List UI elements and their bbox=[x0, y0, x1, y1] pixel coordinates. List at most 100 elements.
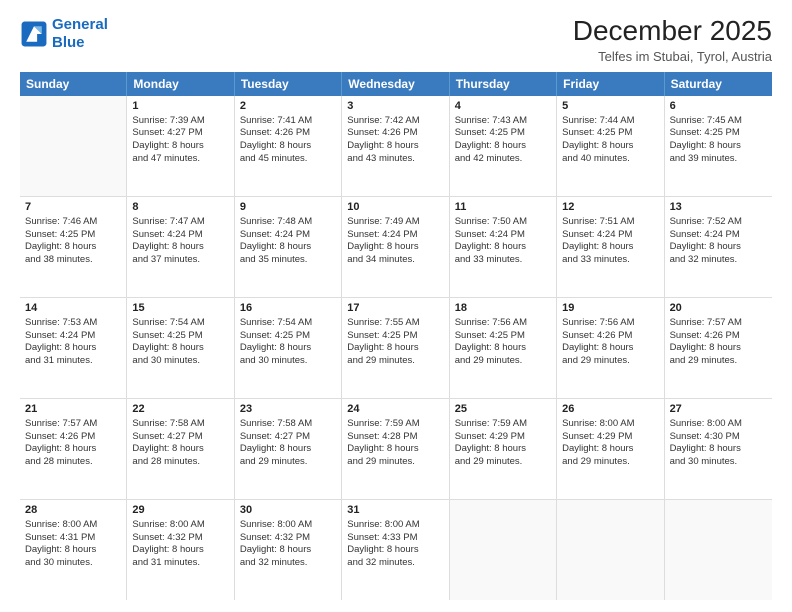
day-info: Sunrise: 7:58 AM Sunset: 4:27 PM Dayligh… bbox=[132, 418, 204, 467]
day-info: Sunrise: 7:43 AM Sunset: 4:25 PM Dayligh… bbox=[455, 115, 527, 164]
calendar-cell: 11Sunrise: 7:50 AM Sunset: 4:24 PM Dayli… bbox=[450, 197, 557, 297]
day-number: 24 bbox=[347, 402, 443, 417]
calendar-cell: 1Sunrise: 7:39 AM Sunset: 4:27 PM Daylig… bbox=[127, 96, 234, 196]
calendar-cell: 31Sunrise: 8:00 AM Sunset: 4:33 PM Dayli… bbox=[342, 500, 449, 600]
day-number: 26 bbox=[562, 402, 658, 417]
day-info: Sunrise: 7:49 AM Sunset: 4:24 PM Dayligh… bbox=[347, 216, 419, 265]
day-info: Sunrise: 8:00 AM Sunset: 4:33 PM Dayligh… bbox=[347, 519, 419, 568]
day-number: 21 bbox=[25, 402, 121, 417]
calendar-cell: 19Sunrise: 7:56 AM Sunset: 4:26 PM Dayli… bbox=[557, 298, 664, 398]
header-day-tuesday: Tuesday bbox=[235, 72, 342, 96]
calendar-cell: 17Sunrise: 7:55 AM Sunset: 4:25 PM Dayli… bbox=[342, 298, 449, 398]
day-info: Sunrise: 8:00 AM Sunset: 4:31 PM Dayligh… bbox=[25, 519, 97, 568]
calendar-cell: 22Sunrise: 7:58 AM Sunset: 4:27 PM Dayli… bbox=[127, 399, 234, 499]
day-info: Sunrise: 7:44 AM Sunset: 4:25 PM Dayligh… bbox=[562, 115, 634, 164]
day-info: Sunrise: 7:54 AM Sunset: 4:25 PM Dayligh… bbox=[132, 317, 204, 366]
calendar-cell: 26Sunrise: 8:00 AM Sunset: 4:29 PM Dayli… bbox=[557, 399, 664, 499]
calendar-cell: 30Sunrise: 8:00 AM Sunset: 4:32 PM Dayli… bbox=[235, 500, 342, 600]
calendar: SundayMondayTuesdayWednesdayThursdayFrid… bbox=[20, 72, 772, 600]
calendar-cell: 18Sunrise: 7:56 AM Sunset: 4:25 PM Dayli… bbox=[450, 298, 557, 398]
calendar-cell: 2Sunrise: 7:41 AM Sunset: 4:26 PM Daylig… bbox=[235, 96, 342, 196]
day-info: Sunrise: 7:56 AM Sunset: 4:26 PM Dayligh… bbox=[562, 317, 634, 366]
day-number: 18 bbox=[455, 301, 551, 316]
subtitle: Telfes im Stubai, Tyrol, Austria bbox=[573, 49, 772, 64]
day-number: 30 bbox=[240, 503, 336, 518]
logo-icon bbox=[20, 20, 48, 48]
logo-text: General Blue bbox=[52, 16, 108, 52]
calendar-cell: 7Sunrise: 7:46 AM Sunset: 4:25 PM Daylig… bbox=[20, 197, 127, 297]
calendar-week-3: 14Sunrise: 7:53 AM Sunset: 4:24 PM Dayli… bbox=[20, 298, 772, 399]
day-info: Sunrise: 7:58 AM Sunset: 4:27 PM Dayligh… bbox=[240, 418, 312, 467]
calendar-cell: 6Sunrise: 7:45 AM Sunset: 4:25 PM Daylig… bbox=[665, 96, 772, 196]
day-info: Sunrise: 7:52 AM Sunset: 4:24 PM Dayligh… bbox=[670, 216, 742, 265]
day-number: 19 bbox=[562, 301, 658, 316]
day-info: Sunrise: 7:59 AM Sunset: 4:29 PM Dayligh… bbox=[455, 418, 527, 467]
day-info: Sunrise: 7:59 AM Sunset: 4:28 PM Dayligh… bbox=[347, 418, 419, 467]
day-number: 29 bbox=[132, 503, 228, 518]
logo-line1: General bbox=[52, 16, 108, 33]
header-day-saturday: Saturday bbox=[665, 72, 772, 96]
day-info: Sunrise: 8:00 AM Sunset: 4:30 PM Dayligh… bbox=[670, 418, 742, 467]
day-number: 3 bbox=[347, 99, 443, 114]
calendar-cell: 3Sunrise: 7:42 AM Sunset: 4:26 PM Daylig… bbox=[342, 96, 449, 196]
day-info: Sunrise: 7:47 AM Sunset: 4:24 PM Dayligh… bbox=[132, 216, 204, 265]
day-info: Sunrise: 7:48 AM Sunset: 4:24 PM Dayligh… bbox=[240, 216, 312, 265]
day-info: Sunrise: 8:00 AM Sunset: 4:32 PM Dayligh… bbox=[132, 519, 204, 568]
day-info: Sunrise: 7:39 AM Sunset: 4:27 PM Dayligh… bbox=[132, 115, 204, 164]
day-number: 2 bbox=[240, 99, 336, 114]
day-info: Sunrise: 7:51 AM Sunset: 4:24 PM Dayligh… bbox=[562, 216, 634, 265]
logo-line2: Blue bbox=[52, 34, 85, 51]
day-number: 5 bbox=[562, 99, 658, 114]
day-info: Sunrise: 7:55 AM Sunset: 4:25 PM Dayligh… bbox=[347, 317, 419, 366]
calendar-cell: 29Sunrise: 8:00 AM Sunset: 4:32 PM Dayli… bbox=[127, 500, 234, 600]
day-number: 11 bbox=[455, 200, 551, 215]
calendar-cell bbox=[20, 96, 127, 196]
header-day-friday: Friday bbox=[557, 72, 664, 96]
day-number: 25 bbox=[455, 402, 551, 417]
calendar-cell: 13Sunrise: 7:52 AM Sunset: 4:24 PM Dayli… bbox=[665, 197, 772, 297]
day-info: Sunrise: 7:53 AM Sunset: 4:24 PM Dayligh… bbox=[25, 317, 97, 366]
calendar-cell: 15Sunrise: 7:54 AM Sunset: 4:25 PM Dayli… bbox=[127, 298, 234, 398]
day-number: 22 bbox=[132, 402, 228, 417]
day-number: 23 bbox=[240, 402, 336, 417]
day-info: Sunrise: 7:45 AM Sunset: 4:25 PM Dayligh… bbox=[670, 115, 742, 164]
calendar-cell: 4Sunrise: 7:43 AM Sunset: 4:25 PM Daylig… bbox=[450, 96, 557, 196]
day-number: 31 bbox=[347, 503, 443, 518]
calendar-header: SundayMondayTuesdayWednesdayThursdayFrid… bbox=[20, 72, 772, 96]
calendar-cell: 12Sunrise: 7:51 AM Sunset: 4:24 PM Dayli… bbox=[557, 197, 664, 297]
calendar-cell: 8Sunrise: 7:47 AM Sunset: 4:24 PM Daylig… bbox=[127, 197, 234, 297]
calendar-cell: 10Sunrise: 7:49 AM Sunset: 4:24 PM Dayli… bbox=[342, 197, 449, 297]
day-info: Sunrise: 7:42 AM Sunset: 4:26 PM Dayligh… bbox=[347, 115, 419, 164]
header-day-wednesday: Wednesday bbox=[342, 72, 449, 96]
main-title: December 2025 bbox=[573, 16, 772, 47]
calendar-cell bbox=[665, 500, 772, 600]
calendar-body: 1Sunrise: 7:39 AM Sunset: 4:27 PM Daylig… bbox=[20, 96, 772, 600]
title-block: December 2025 Telfes im Stubai, Tyrol, A… bbox=[573, 16, 772, 64]
calendar-cell: 5Sunrise: 7:44 AM Sunset: 4:25 PM Daylig… bbox=[557, 96, 664, 196]
day-number: 20 bbox=[670, 301, 767, 316]
day-info: Sunrise: 7:41 AM Sunset: 4:26 PM Dayligh… bbox=[240, 115, 312, 164]
day-number: 9 bbox=[240, 200, 336, 215]
day-number: 4 bbox=[455, 99, 551, 114]
day-number: 27 bbox=[670, 402, 767, 417]
day-info: Sunrise: 7:57 AM Sunset: 4:26 PM Dayligh… bbox=[25, 418, 97, 467]
calendar-week-1: 1Sunrise: 7:39 AM Sunset: 4:27 PM Daylig… bbox=[20, 96, 772, 197]
day-info: Sunrise: 7:50 AM Sunset: 4:24 PM Dayligh… bbox=[455, 216, 527, 265]
calendar-cell: 25Sunrise: 7:59 AM Sunset: 4:29 PM Dayli… bbox=[450, 399, 557, 499]
calendar-cell: 28Sunrise: 8:00 AM Sunset: 4:31 PM Dayli… bbox=[20, 500, 127, 600]
day-number: 14 bbox=[25, 301, 121, 316]
calendar-cell: 23Sunrise: 7:58 AM Sunset: 4:27 PM Dayli… bbox=[235, 399, 342, 499]
day-number: 12 bbox=[562, 200, 658, 215]
day-info: Sunrise: 7:56 AM Sunset: 4:25 PM Dayligh… bbox=[455, 317, 527, 366]
calendar-week-2: 7Sunrise: 7:46 AM Sunset: 4:25 PM Daylig… bbox=[20, 197, 772, 298]
day-info: Sunrise: 7:57 AM Sunset: 4:26 PM Dayligh… bbox=[670, 317, 742, 366]
day-number: 13 bbox=[670, 200, 767, 215]
header: General Blue December 2025 Telfes im Stu… bbox=[20, 16, 772, 64]
header-day-thursday: Thursday bbox=[450, 72, 557, 96]
calendar-cell: 24Sunrise: 7:59 AM Sunset: 4:28 PM Dayli… bbox=[342, 399, 449, 499]
page: General Blue December 2025 Telfes im Stu… bbox=[0, 0, 792, 612]
day-number: 1 bbox=[132, 99, 228, 114]
header-day-monday: Monday bbox=[127, 72, 234, 96]
header-day-sunday: Sunday bbox=[20, 72, 127, 96]
calendar-cell: 16Sunrise: 7:54 AM Sunset: 4:25 PM Dayli… bbox=[235, 298, 342, 398]
